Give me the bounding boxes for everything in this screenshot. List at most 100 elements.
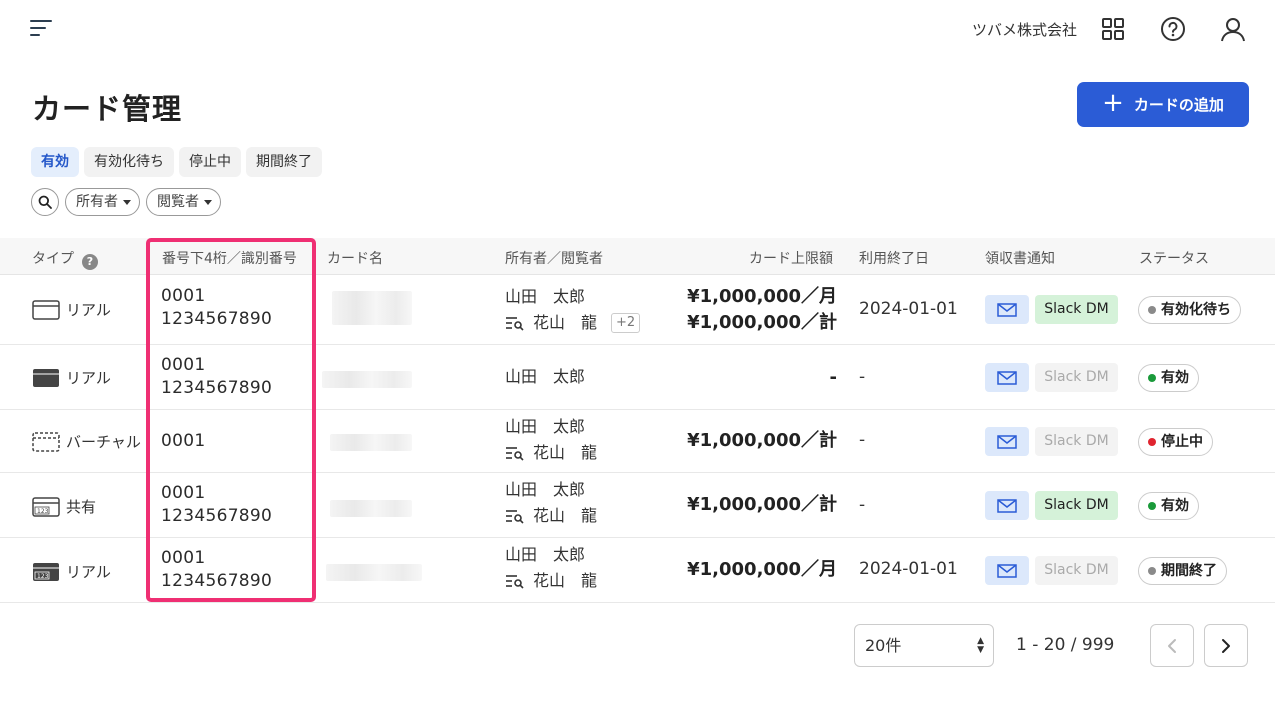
card-type: リアル <box>66 369 111 387</box>
user-icon[interactable] <box>1220 16 1246 42</box>
mail-icon <box>997 302 1017 317</box>
status-badge: 有効 <box>1138 364 1199 392</box>
column-owner-viewer: 所有者／閲覧者 <box>505 251 603 267</box>
help-circle-icon[interactable] <box>1160 16 1186 42</box>
card-type: リアル <box>66 301 111 319</box>
email-notify-button[interactable] <box>985 491 1029 520</box>
status-badge: 有効 <box>1138 492 1199 520</box>
mail-icon <box>997 563 1017 578</box>
end-date: - <box>859 495 866 515</box>
card-id-number: 1234567890 <box>161 309 273 329</box>
limit-total: - <box>829 367 837 388</box>
card-last4: 0001 <box>161 355 206 375</box>
mail-icon <box>997 434 1017 449</box>
table-row[interactable]: リアル 0001 1234567890 山田 太郎 - - Slack DM 有… <box>0 345 1275 410</box>
next-page-button[interactable] <box>1204 624 1248 667</box>
slack-dm-button[interactable]: Slack DM <box>1035 363 1118 392</box>
owner-filter[interactable]: 所有者 <box>65 188 140 216</box>
table-row[interactable]: 123 リアル 0001 1234567890 山田 太郎 花山 龍 ¥1,00… <box>0 538 1275 603</box>
column-receipt-notice: 領収書通知 <box>985 251 1055 267</box>
limit-monthly: ¥1,000,000／月 <box>687 559 837 580</box>
slack-dm-button[interactable]: Slack DM <box>1035 556 1118 585</box>
svg-text:123: 123 <box>37 573 49 580</box>
email-notify-button[interactable] <box>985 295 1029 324</box>
card-type: リアル <box>66 563 111 581</box>
card-id-number: 1234567890 <box>161 378 273 398</box>
limit-monthly: ¥1,000,000／月 <box>687 286 837 307</box>
column-card-name: カード名 <box>327 251 383 267</box>
shared-card-filled-icon: 123 <box>33 562 59 581</box>
card-id-number: 1234567890 <box>161 506 273 526</box>
end-date: 2024-01-01 <box>859 299 958 319</box>
company-name: ツバメ株式会社 <box>971 21 1077 39</box>
viewer-name: 花山 龍 <box>533 506 598 525</box>
tab-active[interactable]: 有効 <box>31 147 79 177</box>
viewer-name: 花山 龍 <box>533 313 598 332</box>
menu-icon[interactable] <box>30 18 54 38</box>
viewer-filter[interactable]: 閲覧者 <box>146 188 221 216</box>
card-name-redacted <box>326 564 422 581</box>
chevron-right-icon <box>1222 638 1230 653</box>
slack-dm-button[interactable]: Slack DM <box>1035 491 1118 520</box>
search-button[interactable] <box>31 188 59 216</box>
status-badge: 停止中 <box>1138 428 1213 456</box>
limit-total: ¥1,000,000／計 <box>687 430 837 451</box>
table-header: タイプ? 番号下4桁／識別番号 カード名 所有者／閲覧者 カード上限額 利用終了… <box>0 238 1275 275</box>
end-date: - <box>859 367 866 387</box>
email-notify-button[interactable] <box>985 427 1029 456</box>
help-icon[interactable]: ? <box>82 254 98 270</box>
card-last4: 0001 <box>161 286 206 306</box>
status-dot <box>1148 567 1156 575</box>
viewer-icon <box>506 447 524 461</box>
prev-page-button[interactable] <box>1150 624 1194 667</box>
card-filled-icon <box>33 368 59 387</box>
status-dot <box>1148 306 1156 314</box>
card-last4: 0001 <box>161 483 206 503</box>
column-number: 番号下4桁／識別番号 <box>162 251 297 267</box>
pagination-range: 1 - 20 / 999 <box>1016 635 1115 655</box>
slack-dm-button[interactable]: Slack DM <box>1035 427 1118 456</box>
table-row[interactable]: バーチャル 0001 山田 太郎 花山 龍 ¥1,000,000／計 - Sla… <box>0 410 1275 473</box>
mail-icon <box>997 498 1017 513</box>
viewer-filter-label: 閲覧者 <box>157 194 199 210</box>
status-badge: 期間終了 <box>1138 557 1227 585</box>
column-type: タイプ? <box>32 248 98 270</box>
column-end-date: 利用終了日 <box>859 251 929 267</box>
add-card-button[interactable]: + カードの追加 <box>1077 82 1249 127</box>
status-badge: 有効化待ち <box>1138 296 1241 324</box>
limit-total: ¥1,000,000／計 <box>687 312 837 333</box>
add-card-button-label: カードの追加 <box>1133 96 1224 114</box>
card-name-redacted <box>332 291 412 325</box>
tab-expired[interactable]: 期間終了 <box>246 147 322 177</box>
column-status: ステータス <box>1139 251 1209 267</box>
extra-viewers-badge[interactable]: +2 <box>611 313 641 333</box>
column-limit: カード上限額 <box>749 251 833 267</box>
mail-icon <box>997 370 1017 385</box>
caret-down-icon <box>204 199 212 205</box>
card-dashed-icon <box>32 431 60 452</box>
viewer-icon <box>506 575 524 589</box>
status-dot <box>1148 438 1156 446</box>
viewer-icon <box>506 317 524 331</box>
viewer-name: 花山 龍 <box>533 443 598 462</box>
limit-total: ¥1,000,000／計 <box>687 494 837 515</box>
viewer-icon <box>506 510 524 524</box>
table-row[interactable]: 123 共有 0001 1234567890 山田 太郎 花山 龍 ¥1,000… <box>0 473 1275 538</box>
slack-dm-button[interactable]: Slack DM <box>1035 295 1118 324</box>
card-name-redacted <box>330 500 412 517</box>
table-row[interactable]: リアル 0001 1234567890 山田 太郎 花山 龍 +2 ¥1,000… <box>0 275 1275 345</box>
owner-name: 山田 太郎 <box>505 417 586 436</box>
status-dot <box>1148 374 1156 382</box>
card-last4: 0001 <box>161 548 206 568</box>
owner-name: 山田 太郎 <box>505 287 586 306</box>
chevron-left-icon <box>1168 638 1176 653</box>
card-id-number: 1234567890 <box>161 571 273 591</box>
apps-grid-icon[interactable] <box>1100 16 1126 42</box>
card-type: 共有 <box>66 498 97 516</box>
per-page-select[interactable]: 20件 ▲ ▼ <box>854 624 994 667</box>
per-page-value: 20件 <box>865 636 902 655</box>
tab-suspended[interactable]: 停止中 <box>179 147 241 177</box>
email-notify-button[interactable] <box>985 363 1029 392</box>
tab-pending-activation[interactable]: 有効化待ち <box>84 147 174 177</box>
email-notify-button[interactable] <box>985 556 1029 585</box>
